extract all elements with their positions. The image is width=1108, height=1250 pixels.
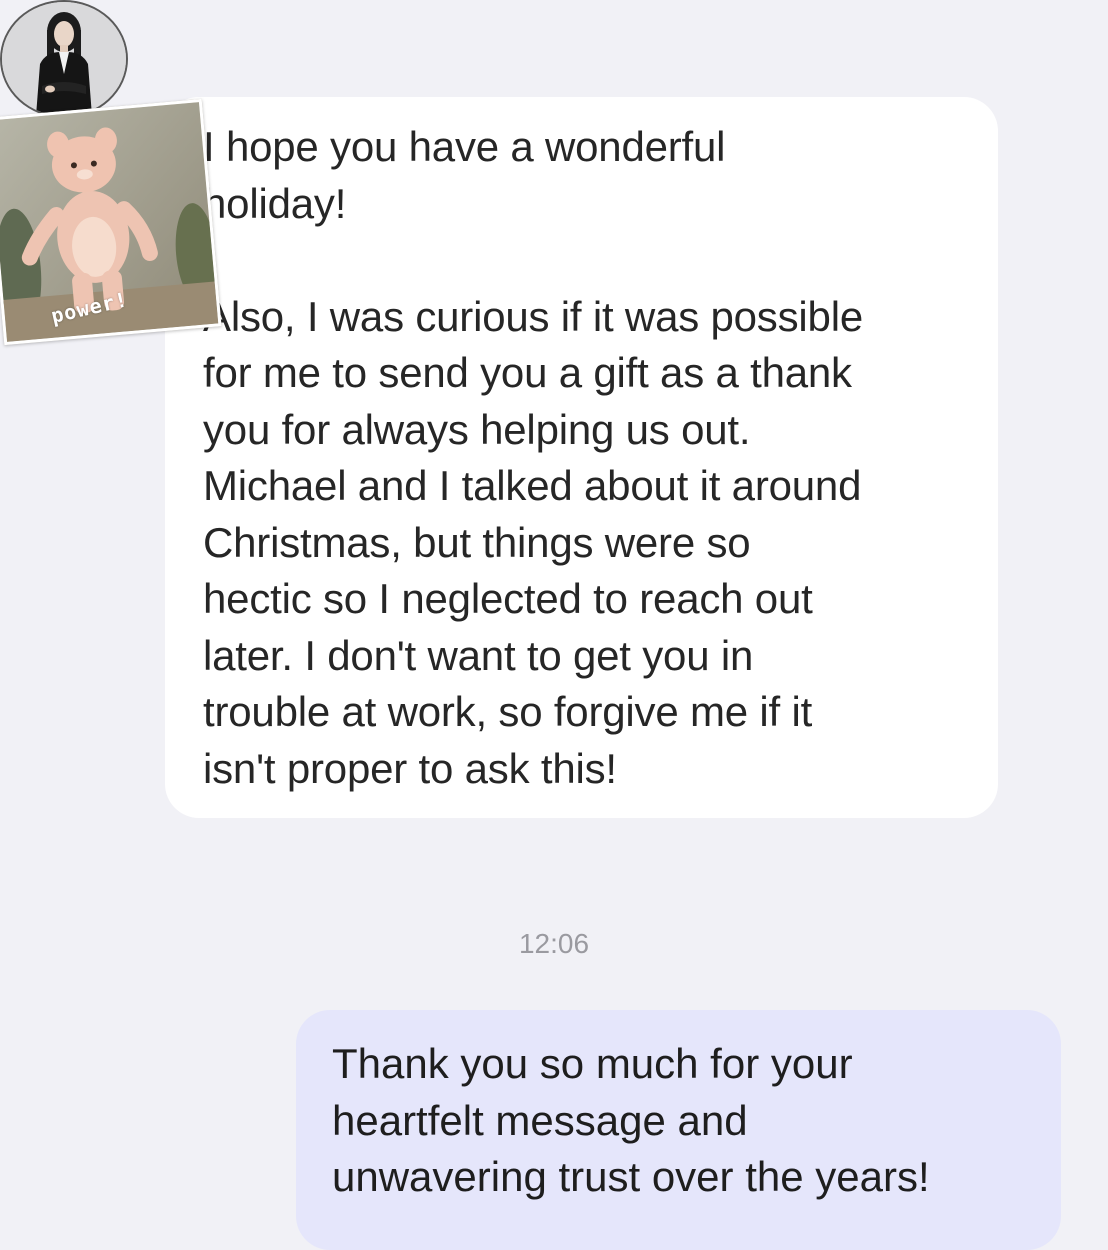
outgoing-message-bubble[interactable]: Thank you so much for your heartfelt mes… [296, 1010, 1061, 1250]
incoming-message-text: I hope you have a wonderful holiday! Als… [203, 123, 863, 792]
incoming-message-bubble[interactable]: I hope you have a wonderful holiday! Als… [165, 97, 998, 818]
avatar-photo [2, 2, 126, 116]
power-sticker[interactable]: power! [0, 98, 222, 346]
message-timestamp: 12:06 [518, 928, 590, 959]
contact-avatar[interactable] [0, 0, 128, 118]
outgoing-message-text: Thank you so much for your heartfelt mes… [332, 1040, 930, 1200]
